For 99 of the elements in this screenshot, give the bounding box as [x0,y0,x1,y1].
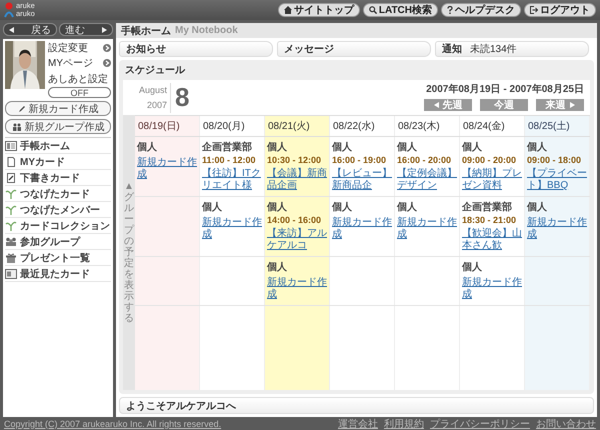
header-link[interactable]: ログアウト [524,3,596,17]
event-time: 16:00 - 19:00 [332,155,388,165]
copyright-text: Copyright (C) 2007 arukearuko Inc. All rights reserved. [4,418,222,428]
event-link[interactable]: 新規カード作成 [202,217,263,241]
group-name: 個人 [397,140,418,154]
event-link[interactable]: 新規カード作成 [397,217,458,241]
welcome-bar[interactable]: ようこそアルケアルコへ [119,397,594,414]
header-link[interactable]: サイトトップ [278,3,360,17]
day-header: 08/23(木) [395,116,460,137]
event-link[interactable]: 新規カード作成 [527,217,588,241]
day-header: 08/20(月) [200,116,265,137]
sprout-icon [5,220,17,230]
left-triangle-icon [434,102,438,108]
header-link[interactable]: ヘルプデスク [441,3,521,17]
event-link[interactable]: 【レビュー】新商品企 [332,168,393,192]
event-time: 09:00 - 18:00 [527,155,582,165]
menu-item[interactable]: つなげたメンバー [5,202,111,218]
date-range: 2007年08月19日 - 2007年08月25日 [426,82,584,96]
event-link[interactable]: 【プライベート】BBQ [527,168,588,192]
window-icon [5,268,17,278]
footprint-label: あしあと設定 [48,72,109,86]
logo-icon [4,2,14,18]
day-header: 08/21(火) [265,116,330,137]
people-icon [12,122,22,130]
menu-item[interactable]: 下書きカード [5,170,111,186]
home-icon [284,6,292,14]
question-icon [447,6,453,14]
event-link[interactable]: 新規カード作成 [137,157,198,181]
menu-item[interactable]: MYカード [5,154,111,170]
panel-title: スケジュール [124,64,186,78]
footer-link[interactable]: プライバシーポリシー [430,416,530,430]
header-link[interactable]: LATCH検索 [362,3,438,17]
group-name: 個人 [527,200,548,214]
tab[interactable]: 通知 未読134件 [435,41,589,57]
people-icon [5,236,17,246]
menu-item[interactable]: プレゼント一覧 [5,250,111,266]
tab[interactable]: お知らせ [119,41,273,57]
group-name: 個人 [202,200,223,214]
event-time: 10:30 - 12:00 [267,155,322,165]
gift-icon [5,252,17,262]
day-header: 08/22(水) [330,116,395,137]
menu-item[interactable]: 最近見たカード [5,266,111,282]
group-name: 個人 [462,140,483,154]
left-triangle-icon [9,26,14,32]
event-link[interactable]: 【往訪】ITクリエイト様 [202,168,263,192]
forward-button[interactable]: 進む [59,23,113,36]
event-link[interactable]: 新規カード作成 [267,277,328,301]
event-link[interactable]: 【歓迎会】山本さん歓 [462,228,523,252]
event-link[interactable]: 新規カード作成 [462,277,523,301]
event-link[interactable]: 【納期】プレゼン資料 [462,168,523,192]
day-header: 08/24(金) [460,116,525,137]
month-label: August [139,84,168,97]
group-name: 個人 [397,200,418,214]
search-icon [368,6,377,14]
group-name: 個人 [527,140,548,154]
profile-link[interactable]: MYページ [48,56,93,70]
footer-link[interactable]: 運営会社 [338,416,378,430]
event-time: 16:00 - 20:00 [397,155,452,165]
event-link[interactable]: 【定例会議】デザイン [397,168,458,192]
event-time: 09:00 - 20:00 [462,155,518,165]
menu-item[interactable]: カードコレクション [5,218,111,234]
group-name: 個人 [137,140,158,154]
group-name: 個人 [267,260,288,274]
group-name: 企画営業部 [202,140,253,154]
logout-icon [530,6,538,14]
menu-item[interactable]: つなげたカード [5,186,111,202]
notebook-icon [5,140,17,150]
group-name: 企画営業部 [462,200,513,214]
create-button[interactable]: 新規カード作成 [5,101,111,116]
event-time: 18:30 - 21:00 [462,215,518,225]
pen-icon [18,104,26,112]
day-header: 08/19(日) [135,116,200,137]
sprout-icon [5,204,17,214]
year-label: 2007 [147,98,168,112]
event-link[interactable]: 【会議】新商品企画 [267,168,328,192]
footprint-toggle[interactable]: OFF [48,87,111,98]
create-button[interactable]: 新規グループ作成 [5,119,111,134]
sprout-icon [5,188,17,198]
event-time: 11:00 - 12:00 [202,155,257,165]
group-name: 個人 [267,140,288,154]
group-name: 個人 [267,200,288,214]
group-name: 個人 [462,260,483,274]
page-subtitle: My Notebook [175,25,238,36]
group-name: 個人 [332,200,353,214]
back-button[interactable]: 戻る [3,23,57,36]
event-link[interactable]: 新規カード作成 [332,217,393,241]
group-name: 個人 [332,140,353,154]
footer-link[interactable]: 利用規約 [384,416,424,430]
menu-item[interactable]: 手帳ホーム [5,138,111,154]
right-triangle-icon [570,102,574,108]
menu-item[interactable]: 参加グループ [5,234,111,250]
month-number: 8 [175,82,190,113]
page-title: 手帳ホーム [121,24,171,38]
right-triangle-icon [102,26,107,32]
day-header: 08/25(土) [525,116,590,137]
event-link[interactable]: 【来訪】アルケアルコ [267,228,328,252]
profile-link[interactable]: 設定変更 [48,41,88,55]
event-time: 14:00 - 16:00 [267,215,322,225]
tab[interactable]: メッセージ [277,41,431,57]
